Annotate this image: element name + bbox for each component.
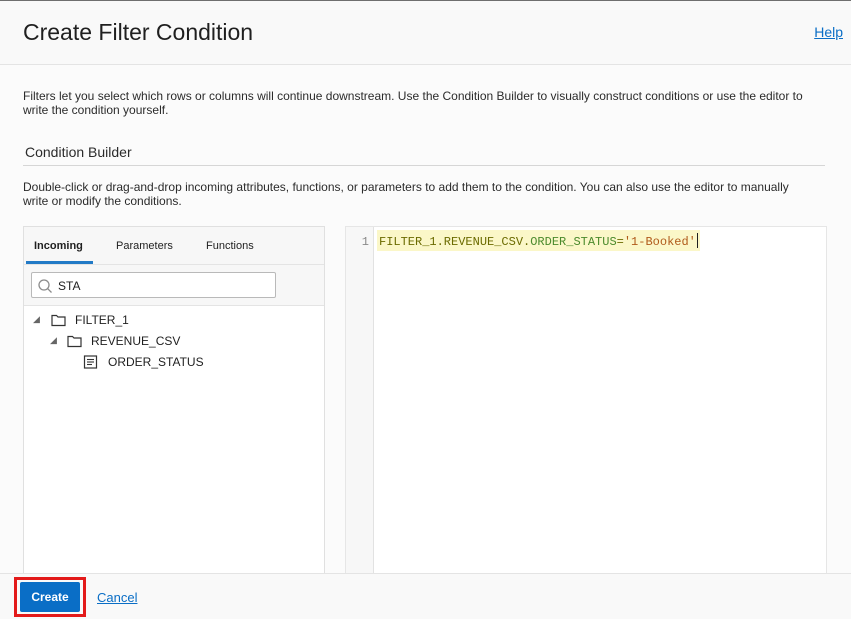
active-tab-indicator (26, 261, 93, 264)
create-button[interactable]: Create (20, 582, 80, 612)
code-line[interactable]: FILTER_1.REVENUE_CSV.ORDER_STATUS='1-Boo… (377, 230, 700, 251)
code-attribute: ORDER_STATUS (530, 235, 617, 249)
code-value: '1-Booked' (623, 235, 696, 249)
intro-text: Filters let you select which rows or col… (23, 89, 803, 117)
editor-gutter: 1 (346, 227, 374, 573)
text-cursor (696, 233, 698, 248)
help-link[interactable]: Help (814, 24, 843, 40)
search-box[interactable] (31, 272, 276, 298)
tab-parameters[interactable]: Parameters (116, 240, 173, 252)
condition-editor[interactable]: 1 FILTER_1.REVENUE_CSV.ORDER_STATUS='1-B… (345, 226, 827, 573)
folder-icon (51, 314, 66, 327)
search-row (24, 265, 324, 306)
tree-node-label: REVENUE_CSV (91, 334, 181, 348)
dialog-title: Create Filter Condition (23, 19, 254, 45)
search-icon (38, 279, 52, 293)
condition-builder-instructions: Double-click or drag-and-drop incoming a… (23, 180, 789, 208)
tree-node-order-status[interactable]: ORDER_STATUS (24, 352, 324, 373)
section-divider (23, 165, 825, 166)
tree-node-filter-1[interactable]: ◢ FILTER_1 (24, 310, 324, 331)
tab-incoming[interactable]: Incoming (34, 240, 83, 252)
attribute-browser-panel: Incoming Parameters Functions ◢ FILTER_1 (23, 226, 325, 573)
attribute-tree: ◢ FILTER_1 ◢ REVENUE_CSV ORDER_STATUS (24, 306, 324, 373)
collapse-triangle-icon[interactable]: ◢ (50, 335, 60, 345)
collapse-triangle-icon[interactable]: ◢ (33, 314, 43, 324)
browser-tabs: Incoming Parameters Functions (24, 227, 324, 265)
cancel-link[interactable]: Cancel (97, 590, 137, 605)
tree-node-label: ORDER_STATUS (108, 355, 204, 369)
tree-node-revenue-csv[interactable]: ◢ REVENUE_CSV (24, 331, 324, 352)
line-number: 1 (361, 235, 369, 249)
dialog-body: Filters let you select which rows or col… (0, 66, 851, 573)
code-operator: = (616, 235, 624, 249)
dialog-footer: Create Cancel (0, 573, 851, 619)
dialog-header: Create Filter Condition Help (0, 1, 851, 65)
tree-node-label: FILTER_1 (75, 313, 129, 327)
folder-icon (67, 335, 82, 348)
tab-functions[interactable]: Functions (206, 240, 254, 252)
search-input[interactable] (58, 277, 268, 294)
code-entity: FILTER_1.REVENUE_CSV. (379, 235, 531, 249)
condition-builder-title: Condition Builder (25, 144, 132, 160)
attribute-icon (83, 355, 98, 369)
